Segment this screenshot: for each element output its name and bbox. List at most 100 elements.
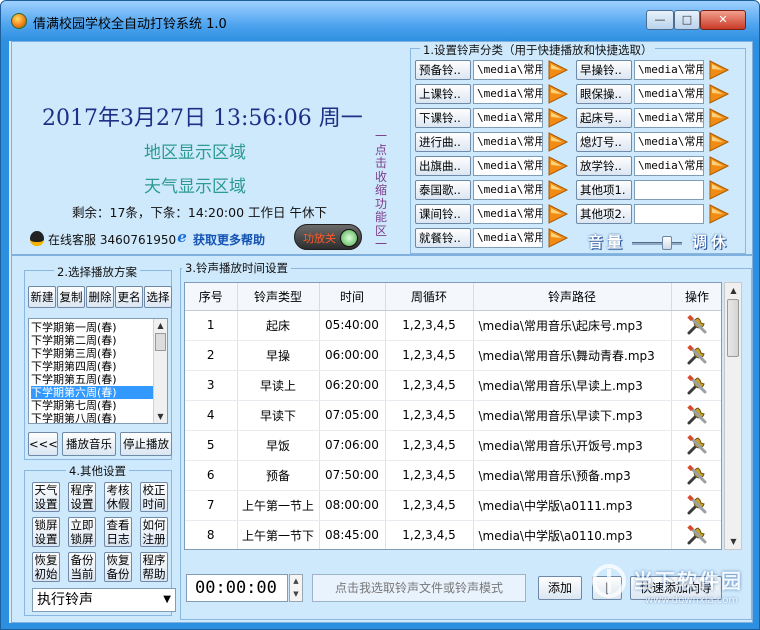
plan-list-item[interactable]: 下学期第一周(春) bbox=[31, 321, 153, 334]
table-row[interactable]: 4 早读下 07:05:00 1,2,3,4,5 \media\常用音乐\早读下.mp3 bbox=[185, 400, 721, 431]
edit-tools-icon[interactable] bbox=[685, 374, 709, 395]
restore-default-button[interactable]: 恢复初始 bbox=[32, 552, 60, 582]
ring-path-field[interactable]: \media\常用音 bbox=[634, 84, 704, 104]
play-icon[interactable] bbox=[545, 155, 569, 177]
ring-path-field[interactable]: \media\常用音 bbox=[473, 228, 543, 248]
play-icon[interactable] bbox=[545, 83, 569, 105]
ring-path-field[interactable]: \media\常用音 bbox=[473, 60, 543, 80]
plan-list-item[interactable]: 下学期第七周(春) bbox=[31, 399, 153, 412]
play-icon[interactable] bbox=[545, 203, 569, 225]
ring-path-field[interactable]: \media\常用音 bbox=[634, 108, 704, 128]
edit-tools-icon[interactable] bbox=[685, 434, 709, 455]
ring-path-field[interactable]: \media\常用音 bbox=[473, 84, 543, 104]
ring-category-button[interactable]: 上课铃.. bbox=[415, 84, 471, 104]
ring-path-field[interactable]: \media\常用音 bbox=[473, 180, 543, 200]
volume-slider-thumb[interactable] bbox=[662, 236, 672, 250]
row-edit-cell[interactable] bbox=[671, 520, 721, 549]
scroll-down-icon[interactable]: ▼ bbox=[154, 410, 167, 423]
ring-category-button[interactable]: 其他项2. bbox=[576, 204, 632, 224]
edit-tools-icon[interactable] bbox=[685, 464, 709, 485]
play-icon[interactable] bbox=[706, 179, 730, 201]
edit-tools-icon[interactable] bbox=[685, 524, 709, 545]
ring-path-field[interactable]: \media\常用音 bbox=[634, 132, 704, 152]
how-to-register-button[interactable]: 如何注册 bbox=[140, 517, 168, 547]
ring-category-button[interactable]: 眼保操.. bbox=[576, 84, 632, 104]
ring-path-field[interactable]: \media\常用音 bbox=[473, 132, 543, 152]
ring-path-field[interactable]: \media\常用音 bbox=[634, 60, 704, 80]
table-row[interactable]: 3 早读上 06:20:00 1,2,3,4,5 \media\常用音乐\早读上.mp3 bbox=[185, 370, 721, 401]
select-plan-button[interactable]: 选择 bbox=[144, 286, 172, 308]
ring-category-button[interactable]: 起床号.. bbox=[576, 108, 632, 128]
plan-list[interactable]: 下学期第一周(春) 下学期第二周(春) 下学期第三周(春) 下学期第四周(春) 下学期第… bbox=[28, 318, 168, 424]
ring-category-button[interactable]: 放学铃.. bbox=[576, 156, 632, 176]
copy-plan-button[interactable]: 复制 bbox=[57, 286, 85, 308]
adjust-holiday-button[interactable]: 调休 bbox=[692, 231, 730, 252]
add-button[interactable]: 添加 bbox=[538, 576, 582, 600]
table-row[interactable]: 5 早饭 07:06:00 1,2,3,4,5 \media\常用音乐\开饭号.mp3 bbox=[185, 430, 721, 461]
weather-settings-button[interactable]: 天气设置 bbox=[32, 482, 60, 512]
ring-file-picker[interactable]: 点击我选取铃声文件或铃声模式 bbox=[312, 574, 526, 602]
ring-category-button[interactable]: 预备铃.. bbox=[415, 60, 471, 80]
edit-tools-icon[interactable] bbox=[685, 314, 709, 335]
ring-category-button[interactable]: 泰国歌.. bbox=[415, 180, 471, 200]
play-icon[interactable] bbox=[545, 59, 569, 81]
plan-list-item[interactable]: 下学期第五周(春) bbox=[31, 373, 153, 386]
table-scroll-thumb[interactable] bbox=[727, 299, 739, 357]
ring-category-button[interactable]: 出旗曲.. bbox=[415, 156, 471, 176]
scroll-down-icon[interactable]: ▼ bbox=[727, 535, 740, 548]
program-settings-button[interactable]: 程序设置 bbox=[68, 482, 96, 512]
amplifier-toggle[interactable]: 功放关 bbox=[294, 224, 362, 250]
ring-category-button[interactable]: 熄灯号.. bbox=[576, 132, 632, 152]
ring-category-button[interactable]: 下课铃.. bbox=[415, 108, 471, 128]
table-row[interactable]: 1 起床 05:40:00 1,2,3,4,5 \media\常用音乐\起床号.mp3 bbox=[185, 310, 721, 341]
row-edit-cell[interactable] bbox=[671, 460, 721, 491]
ring-path-field[interactable]: \media\常用音 bbox=[473, 204, 543, 224]
ring-path-field[interactable] bbox=[634, 180, 704, 200]
play-icon[interactable] bbox=[545, 107, 569, 129]
plan-list-item[interactable]: 下学期第三周(春) bbox=[31, 347, 153, 360]
plan-list-scroll-thumb[interactable] bbox=[155, 333, 166, 351]
row-edit-cell[interactable] bbox=[671, 370, 721, 401]
play-icon[interactable] bbox=[706, 59, 730, 81]
restore-backup-button[interactable]: 恢复备份 bbox=[104, 552, 132, 582]
rename-plan-button[interactable]: 更名 bbox=[115, 286, 143, 308]
lock-screen-settings-button[interactable]: 锁屏设置 bbox=[32, 517, 60, 547]
row-edit-cell[interactable] bbox=[671, 430, 721, 461]
ring-category-button[interactable]: 其他项1. bbox=[576, 180, 632, 200]
table-row[interactable]: 7 上午第一节上 08:00:00 1,2,3,4,5 \media\中学版\a0111… bbox=[185, 490, 721, 521]
ring-path-field[interactable]: \media\常用音 bbox=[473, 108, 543, 128]
ring-category-button[interactable]: 早操铃.. bbox=[576, 60, 632, 80]
edit-tools-icon[interactable] bbox=[685, 344, 709, 365]
delete-plan-button[interactable]: 删除 bbox=[86, 286, 114, 308]
table-row[interactable]: 6 预备 07:50:00 1,2,3,4,5 \media\常用音乐\预备.mp3 bbox=[185, 460, 721, 491]
table-row[interactable]: 8 上午第一节下 08:45:00 1,2,3,4,5 \media\中学版\a0110… bbox=[185, 520, 721, 549]
close-button[interactable]: ✕ bbox=[700, 10, 746, 30]
collapse-function-area[interactable]: 一点击收缩功能区一 bbox=[370, 129, 392, 252]
row-edit-cell[interactable] bbox=[671, 400, 721, 431]
help-link[interactable]: 获取更多帮助 bbox=[193, 231, 265, 248]
ring-path-field[interactable]: \media\常用音 bbox=[473, 156, 543, 176]
table-row[interactable]: 2 早操 06:00:00 1,2,3,4,5 \media\常用音乐\舞动青春.mp3 bbox=[185, 340, 721, 371]
ring-category-button[interactable]: 进行曲.. bbox=[415, 132, 471, 152]
lock-now-button[interactable]: 立即锁屏 bbox=[68, 517, 96, 547]
edit-tools-icon[interactable] bbox=[685, 404, 709, 425]
plan-list-item[interactable]: 下学期第八周(春) bbox=[31, 412, 153, 423]
play-icon[interactable] bbox=[706, 131, 730, 153]
previous-button[interactable]: <<< bbox=[28, 432, 58, 456]
scroll-up-icon[interactable]: ▲ bbox=[154, 319, 167, 332]
play-icon[interactable] bbox=[706, 203, 730, 225]
ring-path-field[interactable]: \media\常用音 bbox=[634, 156, 704, 176]
play-icon[interactable] bbox=[706, 107, 730, 129]
ring-path-field[interactable] bbox=[634, 204, 704, 224]
play-icon[interactable] bbox=[706, 155, 730, 177]
backup-current-button[interactable]: 备份当前 bbox=[68, 552, 96, 582]
table-scrollbar[interactable]: ▲ ▼ bbox=[724, 282, 742, 550]
plan-list-item[interactable]: 下学期第六周(春) bbox=[31, 386, 153, 399]
plan-list-item[interactable]: 下学期第二周(春) bbox=[31, 334, 153, 347]
volume-slider[interactable] bbox=[632, 236, 682, 250]
scroll-up-icon[interactable]: ▲ bbox=[727, 284, 740, 297]
separator-button[interactable]: | bbox=[592, 576, 622, 600]
row-edit-cell[interactable] bbox=[671, 310, 721, 341]
calibrate-time-button[interactable]: 校正时间 bbox=[140, 482, 168, 512]
play-icon[interactable] bbox=[706, 83, 730, 105]
